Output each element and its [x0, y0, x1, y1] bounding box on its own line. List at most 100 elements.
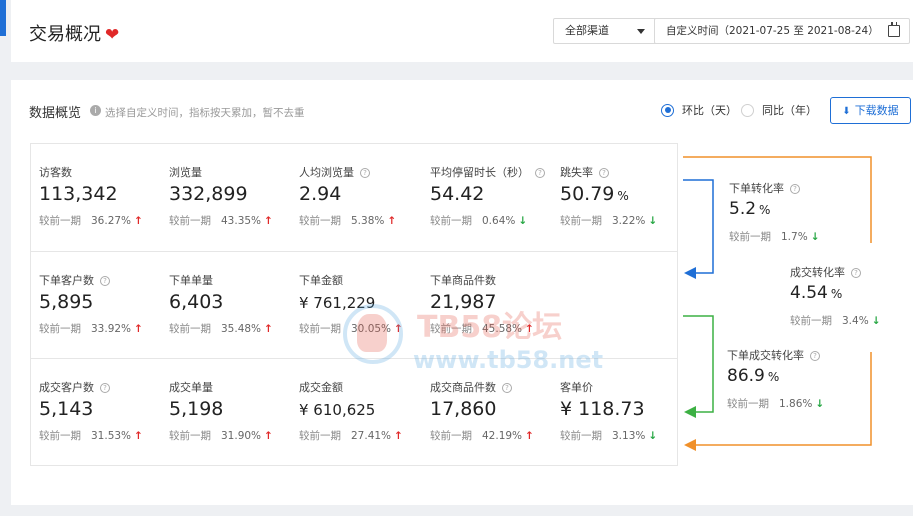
- arrow-up-icon: ↑: [134, 323, 143, 335]
- metric-label: 客单价: [560, 381, 593, 394]
- metric-value: ¥ 761,229: [299, 294, 376, 312]
- arrow-up-icon: ↑: [394, 323, 403, 335]
- metric-label: 成交转化率?: [790, 264, 913, 280]
- metric-comparison: 较前一期 3.13% ↓: [560, 430, 658, 442]
- metric-card: 下单成交转化率? 86.9% 较前一期 1.86% ↓: [727, 347, 867, 411]
- metric-value: ¥ 610,625: [299, 401, 376, 419]
- arrow-up-icon: ↑: [387, 215, 397, 227]
- help-icon[interactable]: ?: [810, 351, 820, 361]
- help-icon[interactable]: ?: [535, 168, 545, 178]
- metric-unit: %: [617, 189, 629, 203]
- metric-value: 113,342: [39, 183, 118, 205]
- metric-label: 浏览量: [169, 166, 202, 179]
- metric-label: 下单金额: [299, 274, 343, 287]
- metric-label: 成交单量: [169, 381, 213, 394]
- metric-comparison: 较前一期 0.64% ↓: [430, 215, 528, 227]
- page-title: 交易概况 ❤: [29, 24, 120, 45]
- metric-card: 成交转化率? 4.54% 较前一期 3.4% ↓: [790, 264, 913, 328]
- metric-comparison: 较前一期 3.22% ↓: [560, 215, 658, 227]
- metrics-grid: 访客数 113,342 较前一期 36.27% ↑ 浏览量 332,899 较前一期 43.35…: [30, 143, 678, 466]
- metric-value: 5,895: [39, 291, 94, 313]
- arrow-down-icon: ↓: [648, 215, 658, 227]
- metric-card: 访客数 113,342 较前一期 36.27% ↑: [39, 164, 169, 228]
- metric-value: 5,198: [169, 398, 224, 420]
- metric-label: 下单转化率?: [729, 180, 869, 196]
- metric-value: 54.42: [430, 183, 485, 205]
- arrow-down-icon: ↓: [518, 215, 528, 227]
- metric-value: 2.94: [299, 183, 342, 205]
- metric-card: 下单金额 ¥ 761,229 较前一期 30.05% ↑: [299, 272, 429, 336]
- metric-label: 成交客户数?: [39, 379, 169, 395]
- metric-label: 下单单量: [169, 274, 213, 287]
- arrow-up-icon: ↑: [525, 430, 534, 442]
- chevron-down-icon: [637, 29, 645, 34]
- radio-checked-icon[interactable]: [661, 103, 674, 117]
- metric-card: 客单价 ¥ 118.73 较前一期 3.13% ↓: [560, 379, 690, 443]
- metric-unit: %: [759, 203, 771, 217]
- help-icon[interactable]: ?: [790, 184, 800, 194]
- metrics-row-orders: 下单客户数? 5,895 较前一期 33.92% ↑ 下单单量 6,403 较前一期 35.48…: [31, 251, 677, 359]
- metric-comparison: 较前一期 1.7% ↓: [729, 231, 820, 243]
- section-hint: 选择自定义时间，指标按天累加，暂不去重: [105, 107, 305, 119]
- metric-comparison: 较前一期 33.92% ↑: [39, 323, 143, 335]
- metric-label: 跳失率?: [560, 164, 690, 180]
- metric-card: 下单客户数? 5,895 较前一期 33.92% ↑: [39, 272, 169, 336]
- metric-label: 成交商品件数?: [430, 379, 560, 395]
- overview-card: 数据概览 i 选择自定义时间，指标按天累加，暂不去重 环比（天） 同比（年） ⬇…: [11, 80, 913, 505]
- left-accent-bar: [0, 0, 6, 36]
- section-title: 数据概览: [29, 106, 82, 121]
- compare-radio-yoy[interactable]: 同比（年）: [741, 102, 817, 118]
- metric-value: 50.79%: [560, 183, 629, 205]
- metric-comparison: 较前一期 45.58% ↑: [430, 323, 534, 335]
- compare-radio-mom[interactable]: 环比（天）: [661, 102, 737, 118]
- arrow-up-icon: ↑: [264, 430, 273, 442]
- metric-comparison: 较前一期 35.48% ↑: [169, 323, 273, 335]
- metric-card: 平均停留时长（秒）? 54.42 较前一期 0.64% ↓: [430, 164, 560, 228]
- radio-unchecked-icon[interactable]: [741, 103, 754, 117]
- arrow-down-icon: ↓: [871, 315, 881, 327]
- metric-value: 5,143: [39, 398, 94, 420]
- metric-card: 人均浏览量? 2.94 较前一期 5.38% ↑: [299, 164, 429, 228]
- arrow-up-icon: ↑: [264, 215, 273, 227]
- metrics-row-traffic: 访客数 113,342 较前一期 36.27% ↑ 浏览量 332,899 较前一期 43.35…: [31, 144, 677, 252]
- metrics-row-deals: 成交客户数? 5,143 较前一期 31.53% ↑ 成交单量 5,198 较前一期 31.90…: [31, 358, 677, 466]
- help-icon[interactable]: ?: [851, 268, 861, 278]
- calendar-icon[interactable]: [888, 22, 900, 37]
- metric-value: 6,403: [169, 291, 224, 313]
- arrow-up-icon: ↑: [525, 323, 534, 335]
- channel-select[interactable]: 全部渠道: [553, 18, 657, 44]
- metric-unit: %: [830, 287, 843, 301]
- metric-comparison: 较前一期 5.38% ↑: [299, 215, 397, 227]
- metric-card: 成交客户数? 5,143 较前一期 31.53% ↑: [39, 379, 169, 443]
- info-icon: i: [90, 105, 101, 116]
- metric-value: ¥ 118.73: [560, 398, 645, 420]
- download-data-button[interactable]: ⬇ 下载数据: [830, 97, 911, 124]
- metric-comparison: 较前一期 30.05% ↑: [299, 323, 403, 335]
- metric-card: 成交单量 5,198 较前一期 31.90% ↑: [169, 379, 299, 443]
- metric-comparison: 较前一期 3.4% ↓: [790, 315, 881, 327]
- arrow-up-icon: ↑: [134, 430, 143, 442]
- metric-card: 下单商品件数 21,987 较前一期 45.58% ↑: [430, 272, 560, 336]
- metric-comparison: 较前一期 1.86% ↓: [727, 398, 825, 410]
- download-icon: ⬇: [842, 106, 851, 117]
- metric-unit: %: [767, 370, 780, 384]
- metric-value: 17,860: [430, 398, 497, 420]
- help-icon[interactable]: ?: [100, 383, 110, 393]
- metric-card: 下单转化率? 5.2% 较前一期 1.7% ↓: [729, 180, 869, 244]
- heart-icon[interactable]: ❤: [105, 25, 119, 45]
- metric-value: 86.9%: [727, 366, 780, 386]
- help-icon[interactable]: ?: [599, 168, 609, 178]
- arrow-up-icon: ↑: [134, 215, 143, 227]
- metric-label: 下单成交转化率?: [727, 347, 867, 363]
- arrow-down-icon: ↓: [815, 398, 825, 410]
- help-icon[interactable]: ?: [502, 383, 512, 393]
- metric-comparison: 较前一期 42.19% ↑: [430, 430, 534, 442]
- metric-card: 浏览量 332,899 较前一期 43.35% ↑: [169, 164, 299, 228]
- help-icon[interactable]: ?: [100, 276, 110, 286]
- metric-card: 跳失率? 50.79% 较前一期 3.22% ↓: [560, 164, 690, 228]
- metric-label: 下单商品件数: [430, 274, 496, 287]
- arrow-down-icon: ↓: [648, 430, 658, 442]
- help-icon[interactable]: ?: [360, 168, 370, 178]
- metric-value: 4.54%: [790, 283, 843, 303]
- date-range-picker[interactable]: 自定义时间（2021-07-25 至 2021-08-24）: [654, 18, 910, 44]
